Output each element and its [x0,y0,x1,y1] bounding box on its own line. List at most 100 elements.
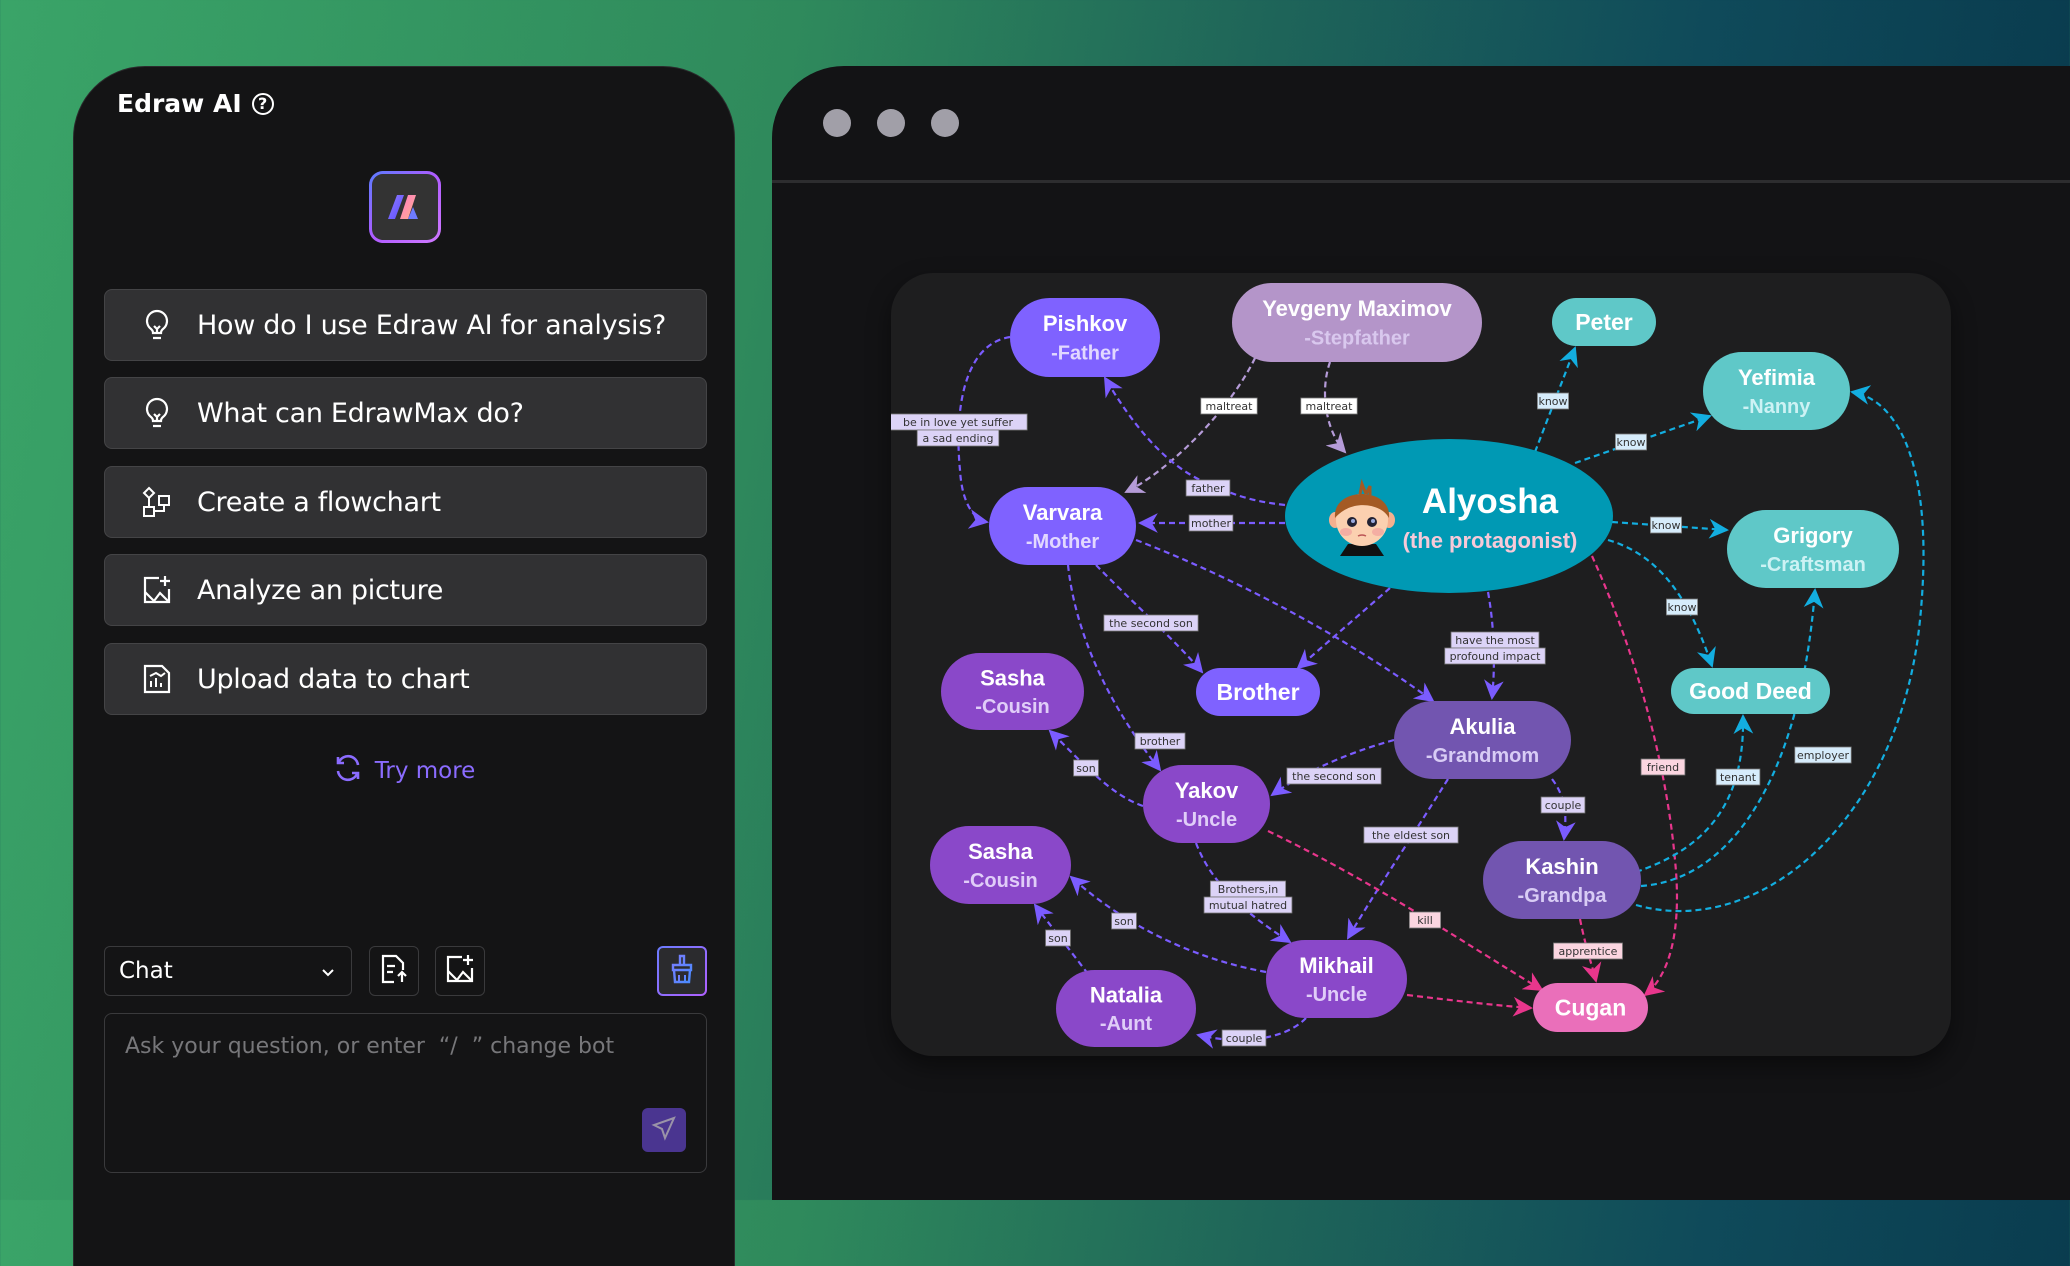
edge-alyosha-cugan[interactable] [1590,555,1679,997]
node-shape [1143,765,1270,843]
diagram-canvas[interactable]: be in love yet suffer a sad ending maltrea… [891,273,1951,1056]
node-yakov[interactable]: Yakov -Uncle [1143,765,1270,843]
node-sasha2[interactable]: Sasha -Cousin [930,826,1071,904]
node-title: Mikhail [1299,953,1374,978]
suggestion-label: Upload data to chart [197,663,470,695]
panel-header: Edraw AI ? [117,89,274,118]
edge-label-text: profound impact [1450,650,1542,663]
brush-icon [667,953,697,989]
edge-kashin-grigory[interactable] [1640,588,1824,888]
node-kashin[interactable]: Kashin -Grandpa [1483,841,1641,919]
node-akulia[interactable]: Akulia -Grandmom [1394,701,1571,779]
suggestion-label: Analyze an picture [197,574,444,606]
node-yevgeny[interactable]: Yevgeny Maximov -Stepfather [1232,283,1482,362]
mode-select[interactable]: Chat [104,946,352,996]
node-title: Yakov [1175,778,1239,803]
node-title: Sasha [980,665,1046,690]
suggestion-analysis-button[interactable]: How do I use Edraw AI for analysis? [104,289,707,361]
window-close-button[interactable] [823,109,851,137]
edge-label-varvara-yakov: brother [1134,732,1186,750]
upload-file-button[interactable] [369,946,419,996]
edge-label-alyosha-akulia: have the most profound impact [1444,631,1546,665]
node-subtitle: -Cousin [963,870,1037,892]
node-title: Varvara [1023,500,1103,525]
node-mikhail[interactable]: Mikhail -Uncle [1266,940,1407,1018]
node-title: Peter [1575,309,1633,335]
node-peter[interactable]: Peter [1552,298,1656,346]
send-icon [650,1114,678,1146]
edge-label-text: couple [1226,1032,1263,1045]
node-shape [1232,283,1482,362]
edge-label-alyosha-grigory: know [1650,516,1683,534]
node-cugan[interactable]: Cugan [1533,983,1648,1032]
relationship-diagram[interactable]: be in love yet suffer a sad ending maltrea… [891,273,1951,1056]
node-pishkov[interactable]: Pishkov -Father [1010,298,1160,377]
edge-label-akulia-kashin: couple [1540,796,1586,814]
node-gooddeed[interactable]: Good Deed [1671,668,1830,714]
node-title: Akulia [1449,714,1516,739]
node-subtitle: -Stepfather [1304,328,1410,350]
edge-label-natalia-sasha2: son [1045,929,1071,947]
node-title: Sasha [968,839,1034,864]
window-minimize-button[interactable] [877,109,905,137]
image-add-icon [139,572,175,608]
node-varvara[interactable]: Varvara -Mother [989,487,1136,565]
node-title: Brother [1216,679,1299,705]
edge-label-text: brother [1140,735,1181,748]
edge-label-text: be in love yet suffer [903,416,1013,429]
help-icon[interactable]: ? [251,92,274,115]
node-natalia[interactable]: Natalia -Aunt [1056,970,1196,1047]
node-yefimia[interactable]: Yefimia -Nanny [1703,352,1850,430]
edge-kashin-gooddeed[interactable] [1635,714,1754,874]
edge-label-alyosha-varvara: mother [1188,514,1234,532]
node-alyosha[interactable]: Alyosha (the protagonist) [1285,439,1613,593]
suggestion-upload-chart-button[interactable]: Upload data to chart [104,643,707,715]
node-title: Kashin [1525,854,1598,879]
lightbulb-icon [139,395,175,431]
image-add-icon [444,953,476,989]
edge-label-text: maltreat [1306,400,1354,413]
node-subtitle: -Mother [1026,531,1100,553]
edge-label-mikhail-natalia: couple [1221,1029,1267,1047]
node-subtitle: -Grandmom [1426,745,1539,767]
panel-title: Edraw AI [117,89,242,118]
edge-label-text: kill [1417,914,1433,927]
edge-label-text: know [1616,436,1645,449]
suggestion-label: How do I use Edraw AI for analysis? [197,309,667,341]
clear-chat-button[interactable] [657,946,707,996]
try-more-button[interactable]: Try more [74,753,734,789]
suggestion-analyze-picture-button[interactable]: Analyze an picture [104,554,707,626]
suggestion-edrawmax-button[interactable]: What can EdrawMax do? [104,377,707,449]
edge-yevgeny-varvara[interactable] [1124,357,1256,493]
node-shape [1266,940,1407,1018]
edge-label-text: son [1114,915,1133,928]
edge-label-alyosha-gooddeed: know [1666,598,1699,616]
upload-image-button[interactable] [435,946,485,996]
lightbulb-icon [139,307,175,343]
edge-label-text: apprentice [1559,945,1618,958]
edge-label-text: son [1048,932,1067,945]
node-shape [989,487,1136,565]
titlebar-divider [772,180,2070,183]
edge-mikhail-cugan[interactable] [1406,993,1533,1017]
node-subtitle: (the protagonist) [1403,528,1578,553]
edge-label-text: the eldest son [1372,829,1450,842]
edge-label-text: Brothers,in [1218,883,1278,896]
node-subtitle: -Uncle [1176,809,1237,831]
node-shape [1703,352,1850,430]
node-subtitle: -Father [1051,343,1119,365]
nodes-layer: Alyosha (the protagonist) Pishkov -Father Ye… [930,283,1899,1047]
edge-alyosha-brother[interactable] [1296,587,1391,670]
node-brother[interactable]: Brother [1196,668,1320,716]
node-title: Good Deed [1689,678,1812,704]
edge-kashin-yefimia[interactable] [1635,385,1925,913]
window-maximize-button[interactable] [931,109,959,137]
node-sasha1[interactable]: Sasha -Cousin [941,653,1084,730]
edge-akulia-yakov[interactable] [1270,738,1395,797]
suggestion-flowchart-button[interactable]: Create a flowchart [104,466,707,538]
edge-label-text: a sad ending [923,432,994,445]
edge-label-mikhail-sasha2: son [1111,912,1137,930]
chat-input[interactable] [123,1032,687,1116]
send-button[interactable] [642,1108,686,1152]
node-grigory[interactable]: Grigory -Craftsman [1727,510,1899,588]
